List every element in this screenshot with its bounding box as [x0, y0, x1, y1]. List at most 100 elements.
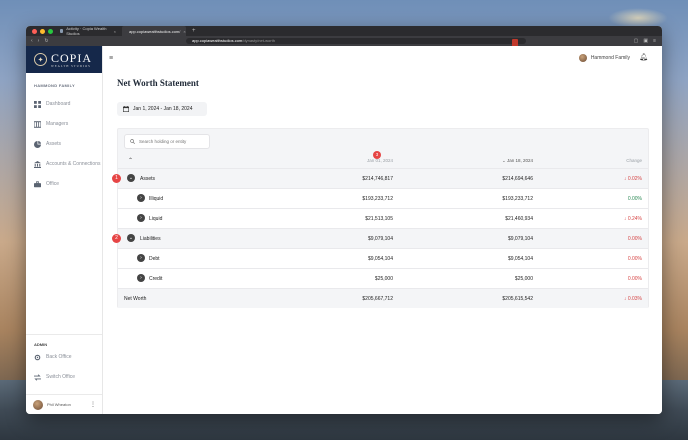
user-profile[interactable]: Phil Wheaton ⋮ [26, 394, 102, 414]
row-value-start: $214,746,817 [362, 176, 393, 182]
search-box[interactable] [124, 134, 210, 149]
avatar [33, 399, 43, 410]
close-tab-icon[interactable]: × [183, 29, 185, 34]
column-header-end-date[interactable]: ⌄ Jan 18, 2024 [502, 158, 533, 164]
downloads-icon[interactable]: ▣ [643, 38, 648, 44]
browser-tab-activity[interactable]: Activity · Copia Wealth Studios × [56, 26, 120, 36]
user-name: Phil Wheaton [47, 402, 71, 407]
switch-icon [34, 373, 41, 381]
row-value-start: $25,000 [374, 276, 393, 282]
favicon-icon [60, 29, 64, 33]
bank-icon [34, 160, 41, 168]
row-value-start: $9,079,104 [367, 236, 393, 242]
expand-chevron-icon[interactable]: › [137, 194, 145, 202]
notifications-bell-icon[interactable]: 🔔︎ [639, 54, 648, 62]
url-field[interactable]: app.copiawealthstudios.com/dynasty/net-w… [186, 38, 526, 47]
table-row-liquid[interactable]: › Liquid $21,513,105 $21,460,934 ↓ 0.24% [118, 208, 648, 228]
row-change-value: 0.00% [627, 236, 642, 242]
sidebar-item-accounts[interactable]: Accounts & Connections [26, 154, 102, 174]
row-change-value: 0.00% [627, 256, 642, 262]
row-value-start: $205,667,712 [362, 296, 393, 302]
table-row-liabilities[interactable]: 2 ⌄ Liabilities $9,079,104 $9,079,104 0.… [112, 228, 648, 248]
row-change-value: 0.00% [627, 196, 642, 202]
expand-chevron-icon[interactable]: › [137, 254, 145, 262]
row-label: Liabilities [140, 236, 161, 242]
column-header-change[interactable]: Change [626, 158, 642, 163]
search-input[interactable] [139, 139, 209, 144]
table-row-assets[interactable]: 1 ⌄ Assets $214,746,817 $214,694,646 ↓ 0… [112, 168, 648, 188]
more-vertical-icon[interactable]: ⋮ [90, 401, 96, 408]
row-label: Assets [140, 176, 156, 182]
background-sun [608, 8, 668, 28]
minimize-window-button[interactable] [40, 28, 45, 34]
columns-icon [34, 120, 41, 128]
row-value-end: $193,233,712 [502, 196, 533, 202]
row-label: Debt [149, 256, 160, 262]
family-switcher-label: Hammond Family [590, 55, 630, 61]
sidebar-item-managers[interactable]: Managers [26, 114, 102, 134]
browser-tab-app[interactable]: app.copiawealthstudios.com/ × [122, 26, 186, 36]
row-value-end: $21,460,934 [505, 216, 533, 222]
row-change-value: 0.02% [627, 176, 642, 182]
row-value-start: $193,233,712 [362, 196, 393, 202]
sidebar-item-dashboard[interactable]: Dashboard [26, 94, 102, 114]
new-tab-icon[interactable]: + [192, 26, 196, 36]
collapse-chevron-icon[interactable]: ⌄ [127, 174, 135, 182]
tab-label: Activity · Copia Wealth Studios [66, 26, 107, 36]
search-icon [130, 139, 135, 144]
row-value-end: $214,694,646 [502, 176, 533, 182]
row-label: Credit [149, 276, 163, 282]
sidebar-item-back-office[interactable]: Back Office [26, 347, 102, 367]
page-title: Net Worth Statement [117, 78, 199, 88]
row-change-value: 0.24% [627, 216, 642, 222]
admin-label: ADMIN [34, 342, 48, 347]
row-value-end: $205,615,542 [502, 296, 533, 302]
family-switcher-button[interactable]: Hammond Family [578, 54, 630, 62]
table-row-debt[interactable]: › Debt $9,054,104 $9,054,104 0.00% [118, 248, 648, 268]
url-path: /dynasty/net-worth [242, 38, 275, 43]
row-value-start: $9,054,104 [367, 256, 393, 262]
sidebar-item-label: Assets [46, 141, 62, 147]
close-window-button[interactable] [32, 28, 37, 34]
brand-name: COPIA [51, 50, 93, 65]
admin-section: ADMIN Back Office Switch Office Phil Whe… [26, 334, 102, 414]
family-label: HAMMOND FAMILY [34, 83, 75, 88]
grid-icon [34, 100, 41, 108]
sidebar-item-label: Back Office [46, 354, 72, 360]
app-shell: ✦ COPIA WEALTH STUDIOS HAMMOND FAMILY Da… [26, 46, 662, 414]
column-header-start-date[interactable]: Jan 01, 2024 [367, 158, 393, 163]
row-value-end: $25,000 [514, 276, 533, 282]
brand-text: COPIA WEALTH STUDIOS [51, 52, 92, 68]
sidebar: ✦ COPIA WEALTH STUDIOS HAMMOND FAMILY Da… [26, 46, 103, 414]
url-host: app.copiawealthstudios.com [192, 38, 243, 43]
sidebar-nav: Dashboard Managers Assets Accounts & Con… [26, 94, 102, 194]
expand-chevron-icon[interactable]: › [137, 274, 145, 282]
row-change: ↓ 0.03% [624, 296, 642, 302]
date-range-picker[interactable]: Jan 1, 2024 - Jan 18, 2024 [117, 102, 207, 116]
sidebar-item-switch-office[interactable]: Switch Office [26, 367, 102, 387]
tab-label: app.copiawealthstudios.com/ [129, 28, 181, 34]
table-row-illiquid[interactable]: › Illiquid $193,233,712 $193,233,712 0.0… [118, 188, 648, 208]
collapse-sidebar-icon[interactable]: ≡ [109, 55, 113, 62]
annotation-badge: 2 [112, 234, 121, 243]
forward-arrow-icon[interactable]: › [38, 38, 40, 44]
brand-logo[interactable]: ✦ COPIA WEALTH STUDIOS [26, 46, 102, 73]
close-tab-icon[interactable]: × [114, 29, 116, 34]
gear-icon [34, 354, 41, 360]
table-row-credit[interactable]: › Credit $25,000 $25,000 0.00% [118, 268, 648, 288]
sidebar-item-office[interactable]: Office [26, 174, 102, 194]
sidebar-toggle-icon[interactable]: ▢ [634, 38, 639, 44]
reload-icon[interactable]: ↻ [44, 38, 48, 44]
maximize-window-button[interactable] [48, 28, 53, 34]
expand-chevron-icon[interactable]: › [137, 214, 145, 222]
address-bar: ‹ › ↻ app.copiawealthstudios.com/dynasty… [26, 36, 662, 47]
main-content: ≡ Hammond Family 🔔︎ Net Worth Statement … [103, 46, 662, 414]
menu-icon[interactable]: ≡ [653, 38, 656, 44]
row-change-value: 0.03% [627, 296, 642, 302]
sidebar-item-assets[interactable]: Assets [26, 134, 102, 154]
row-value-start: $21,513,105 [365, 216, 393, 222]
collapse-all-icon[interactable]: ⌃ [128, 157, 133, 164]
back-arrow-icon[interactable]: ‹ [31, 38, 33, 44]
briefcase-icon [34, 180, 41, 187]
collapse-chevron-icon[interactable]: ⌄ [127, 234, 135, 242]
